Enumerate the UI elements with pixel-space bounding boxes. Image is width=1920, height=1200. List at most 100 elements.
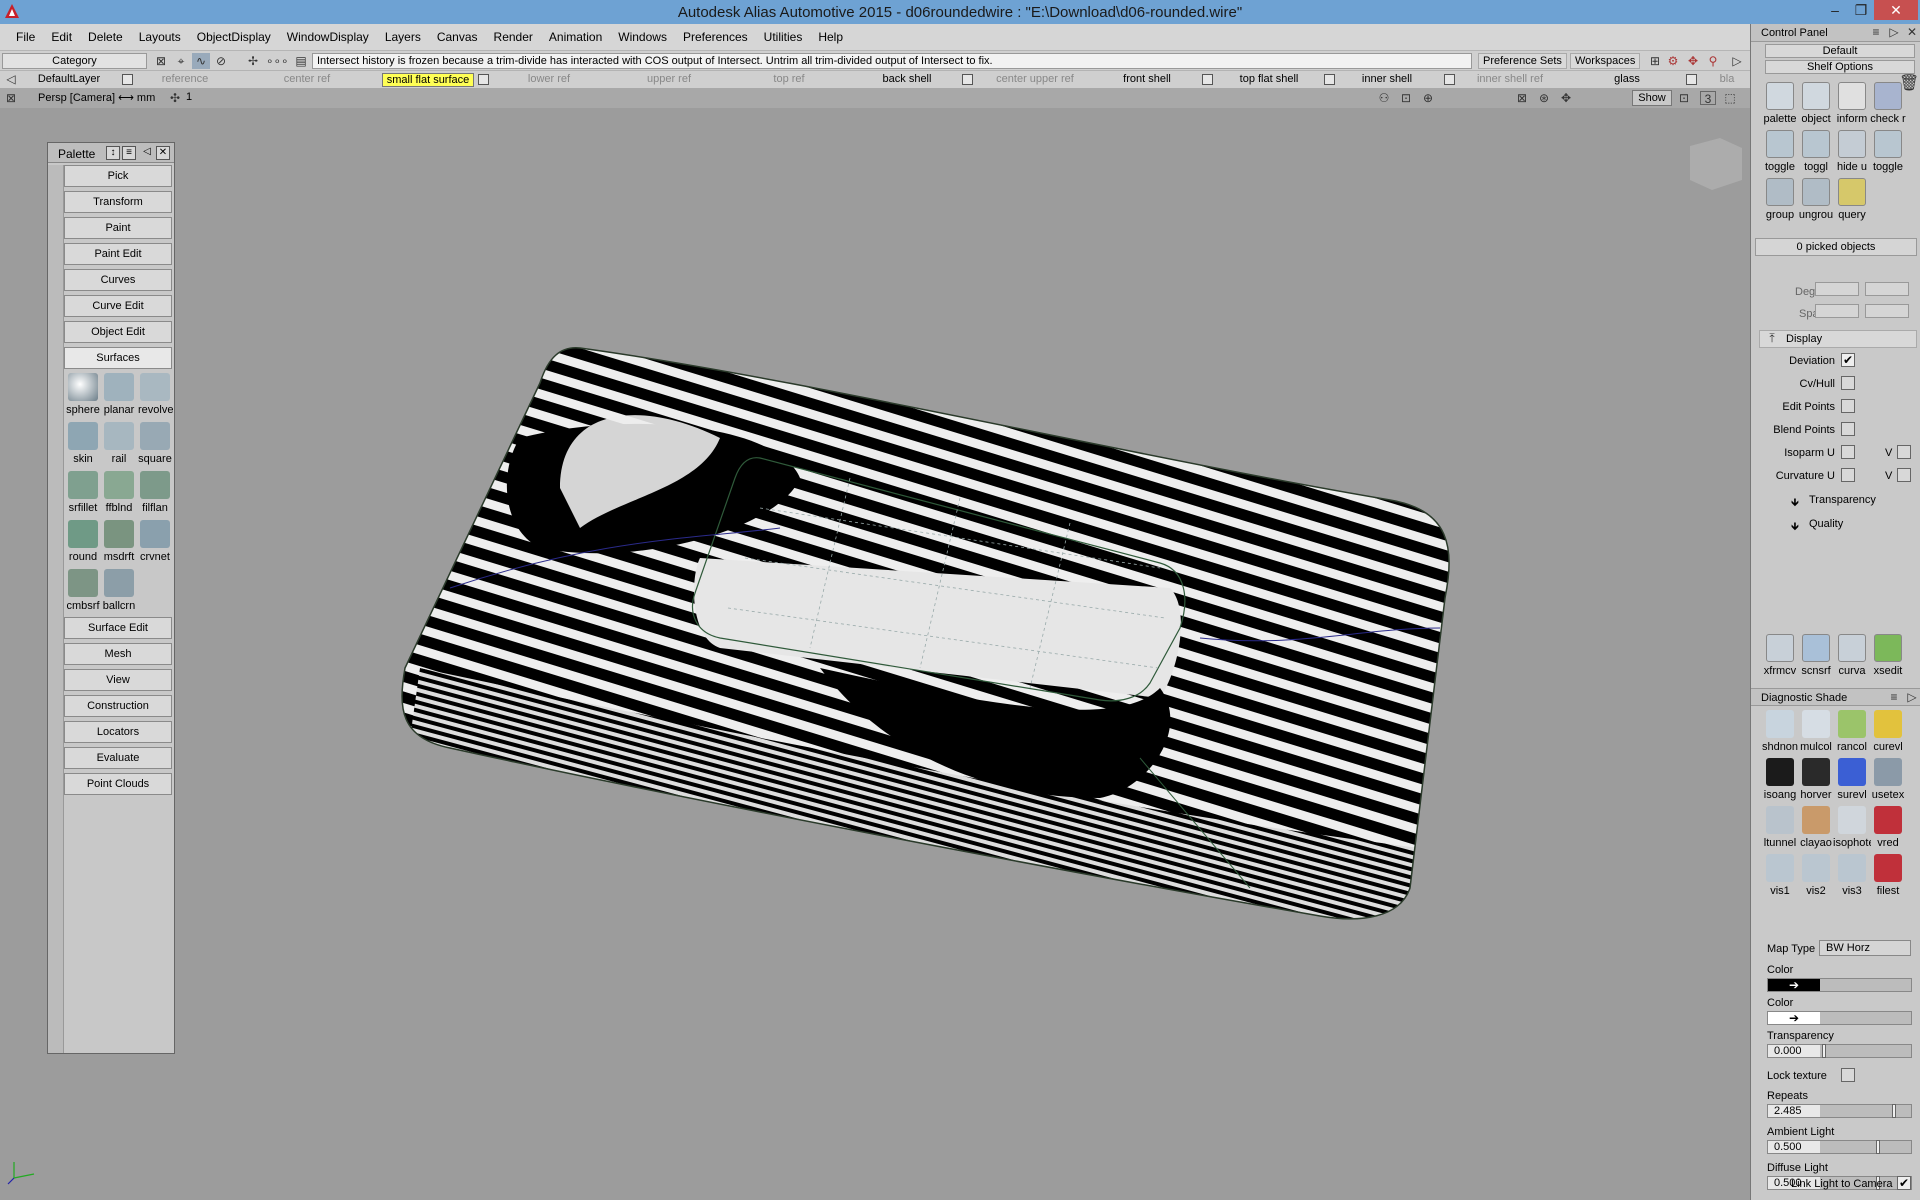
layer-upper-ref[interactable]: upper ref	[622, 73, 716, 87]
palette-tab-curve-edit[interactable]: Curve Edit	[64, 295, 172, 317]
collapse-section-icon[interactable]: ⤒	[1763, 330, 1781, 346]
layer-small-flat-surface[interactable]: small flat surface	[382, 73, 474, 87]
tool-curva[interactable]: curva	[1833, 634, 1871, 680]
diag-vred[interactable]: vred	[1869, 806, 1907, 852]
shelf-toggle-2[interactable]: toggl	[1797, 130, 1835, 176]
layout-icon[interactable]: ⊞	[1646, 53, 1664, 69]
layer-back-shell[interactable]: back shell	[860, 73, 954, 87]
transform-tool-icon[interactable]: ⌖	[172, 53, 190, 69]
layer-visibility-box[interactable]	[478, 74, 489, 85]
diag-vis1[interactable]: vis1	[1761, 854, 1799, 900]
shelf-check[interactable]: check r	[1869, 82, 1907, 128]
shelf-group[interactable]: group	[1761, 178, 1799, 224]
show-button[interactable]: Show	[1632, 90, 1672, 106]
transparency-subsection[interactable]: Transparency	[1809, 494, 1876, 506]
layer-glass[interactable]: glass	[1580, 73, 1674, 87]
layer-lower-ref[interactable]: lower ref	[502, 73, 596, 87]
default-dropdown[interactable]: Default	[1765, 44, 1915, 58]
layer-visibility-box[interactable]	[122, 74, 133, 85]
palette-tab-view[interactable]: View	[64, 669, 172, 691]
palette-tab-object-edit[interactable]: Object Edit	[64, 321, 172, 343]
arrow-right-icon[interactable]: ▷	[1728, 53, 1746, 69]
blend-points-checkbox[interactable]	[1841, 422, 1855, 436]
tool-revolve[interactable]: revolve	[138, 373, 173, 419]
layer-visibility-box[interactable]	[1686, 74, 1697, 85]
color1-swatch[interactable]: ➔	[1768, 979, 1820, 991]
menu-delete[interactable]: Delete	[80, 30, 131, 44]
color1-slider[interactable]: ➔	[1767, 978, 1912, 992]
diag-shdnon[interactable]: shdnon	[1761, 710, 1799, 756]
menu-file[interactable]: File	[8, 30, 43, 44]
window-count[interactable]: 3	[1700, 91, 1716, 106]
layer-center-ref[interactable]: center ref	[260, 73, 354, 87]
curvature-v-checkbox[interactable]	[1897, 468, 1911, 482]
palette-tab-pick[interactable]: Pick	[64, 165, 172, 187]
shelf-toggle-3[interactable]: toggle	[1869, 130, 1907, 176]
diag-horver[interactable]: horver	[1797, 758, 1835, 804]
tool-scnsrf[interactable]: scnsrf	[1797, 634, 1835, 680]
layer-visibility-box[interactable]	[962, 74, 973, 85]
palette-tab-locators[interactable]: Locators	[64, 721, 172, 743]
quality-expand-icon[interactable]: 🡻	[1791, 518, 1799, 537]
menu-windowdisplay[interactable]: WindowDisplay	[279, 30, 377, 44]
restore-button[interactable]: ❐	[1848, 0, 1874, 20]
magnet-icon[interactable]: ⚲	[1704, 53, 1722, 69]
layer-inner-shell[interactable]: inner shell	[1340, 73, 1434, 87]
diag-surevl[interactable]: surevl	[1833, 758, 1871, 804]
menu-help[interactable]: Help	[810, 30, 851, 44]
degree-u-field[interactable]	[1815, 282, 1859, 296]
isoparm-u-checkbox[interactable]	[1841, 445, 1855, 459]
slider-knob[interactable]	[1892, 1104, 1896, 1118]
diag-filest[interactable]: filest	[1869, 854, 1907, 900]
tool-square[interactable]: square	[138, 422, 172, 468]
layout-icon[interactable]: ⊡	[1676, 91, 1692, 105]
panel-list-icon[interactable]: ≡	[1867, 24, 1885, 40]
shelf-hide[interactable]: hide u	[1833, 130, 1871, 176]
maximize-view-icon[interactable]: ⬚	[1722, 91, 1738, 105]
menu-utilities[interactable]: Utilities	[756, 30, 811, 44]
diag-collapse-icon[interactable]: ▷	[1903, 689, 1920, 705]
palette-tab-surface-edit[interactable]: Surface Edit	[64, 617, 172, 639]
transparency-slider[interactable]: 0.000	[1767, 1044, 1912, 1058]
menu-canvas[interactable]: Canvas	[429, 30, 486, 44]
layer-visibility-box[interactable]	[1202, 74, 1213, 85]
transparency-value[interactable]: 0.000	[1768, 1045, 1820, 1057]
repeats-slider[interactable]: 2.485	[1767, 1104, 1912, 1118]
lock-texture-checkbox[interactable]	[1841, 1068, 1855, 1082]
map-type-dropdown[interactable]: BW Horz	[1819, 940, 1911, 956]
shelf-inform[interactable]: inform	[1833, 82, 1871, 128]
palette-tab-mesh[interactable]: Mesh	[64, 643, 172, 665]
palette-tab-surfaces[interactable]: Surfaces	[64, 347, 172, 369]
palette-tab-evaluate[interactable]: Evaluate	[64, 747, 172, 769]
display-section-header[interactable]: Display	[1759, 330, 1917, 348]
palette-tab-construction[interactable]: Construction	[64, 695, 172, 717]
menu-layouts[interactable]: Layouts	[131, 30, 189, 44]
diag-usetex[interactable]: usetex	[1869, 758, 1907, 804]
tool-filflan[interactable]: filflan	[138, 471, 172, 517]
menu-animation[interactable]: Animation	[541, 30, 610, 44]
frame-icon[interactable]: ✣	[166, 90, 184, 106]
menu-windows[interactable]: Windows	[610, 30, 675, 44]
cv-hull-checkbox[interactable]	[1841, 376, 1855, 390]
alias-app-icon[interactable]	[4, 3, 20, 19]
viewport-close-icon[interactable]: ⊠	[2, 90, 20, 106]
diag-mulcol[interactable]: mulcol	[1797, 710, 1835, 756]
perspective-viewport[interactable]	[0, 108, 1750, 1200]
panel-close-icon[interactable]: ✕	[1903, 24, 1920, 40]
shelf-ungroup[interactable]: ungrou	[1797, 178, 1835, 224]
cv-tool-icon[interactable]: ✢	[244, 53, 262, 69]
palette-tab-paint[interactable]: Paint	[64, 217, 172, 239]
quality-subsection[interactable]: Quality	[1809, 518, 1843, 530]
color2-swatch[interactable]: ➔	[1768, 1012, 1820, 1024]
tool-crvnet[interactable]: crvnet	[138, 520, 172, 566]
look-at-icon[interactable]: ⊛	[1536, 91, 1552, 105]
tool-msdrft[interactable]: msdrft	[102, 520, 136, 566]
close-button[interactable]: ✕	[1874, 0, 1918, 20]
menu-edit[interactable]: Edit	[43, 30, 80, 44]
curve-tool-icon[interactable]: ∿	[192, 53, 210, 69]
palette-scrollbar[interactable]	[48, 165, 64, 1053]
diag-isoang[interactable]: isoang	[1761, 758, 1799, 804]
palette-tab-curves[interactable]: Curves	[64, 269, 172, 291]
tool-cmbsrf[interactable]: cmbsrf	[66, 569, 100, 615]
camera-icon[interactable]: ⚇	[1376, 91, 1392, 105]
